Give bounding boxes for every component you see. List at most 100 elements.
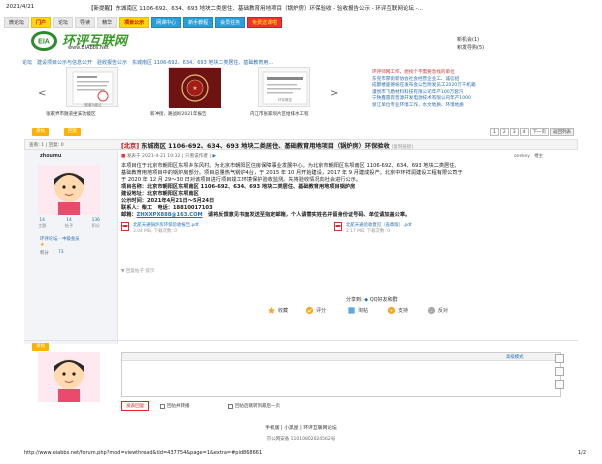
footer-links[interactable]: 手机版 | 小黑屋 | 环评互联网论坛 [0, 424, 602, 431]
share-qq-icon[interactable]: ◆ [364, 297, 368, 303]
share-label: 分享到: [346, 297, 363, 303]
breadcrumb[interactable]: 论坛 建设项目公示与信息公开 验收报告公示 东城南区 1106-692、634、… [22, 59, 273, 66]
nav-item-forum[interactable]: 论坛 [53, 17, 74, 28]
share-target[interactable]: QQ好友和群 [370, 297, 398, 303]
slider-prev-icon[interactable]: < [38, 88, 46, 99]
slider-caption-3[interactable]: 内江市张家坝片区给排水工程 [250, 111, 309, 117]
online-icon: ■ [121, 154, 126, 159]
author-rank[interactable]: 环评论坛 - 中级会员 [40, 236, 80, 242]
attachment-size: 3.04 MB, 下载次数: 0 [133, 229, 177, 234]
post-line: 基础教育用地项目中的锅炉房部分。项目总量热气锅炉4台，于 2015 年 10 月… [121, 170, 463, 176]
stat-credits[interactable]: 136 积分 [92, 218, 100, 229]
page-1[interactable]: 1 [490, 128, 499, 136]
nav-item-course[interactable]: 网课中心 [151, 17, 182, 28]
print-url: http://www.eiabbs.net/forum.php?mod=view… [24, 450, 263, 456]
filter-icon[interactable]: ▶ [212, 154, 216, 159]
post-meta: ■ 发表于 2021-4-21 10:32 | 只看该作者 | ▶ [121, 153, 216, 159]
support-button[interactable]: + 支持 [387, 306, 408, 315]
return-list-button[interactable]: 返回列表 [550, 128, 574, 136]
expand-icon[interactable] [555, 354, 564, 363]
email-link[interactable]: ZHXXPX888@163.COM [137, 212, 203, 218]
copy-link[interactable]: [复制链接] [392, 145, 413, 150]
checkbox-icon [160, 403, 165, 409]
news-item[interactable]: 宁陕鑫雷宾普源开发电源技术有限公司年产1000 [372, 96, 476, 103]
post-field: 联系人：柴工 电话：18810017103 [121, 205, 213, 211]
nav-item-tutorial[interactable]: 新手教程 [183, 17, 214, 28]
site-url: www.EIAbbs.Net [68, 45, 109, 51]
attachment-1[interactable]: 北航天通锅炉房环保验收报告.pdf 3.04 MB, 下载次数: 0 [121, 222, 199, 234]
news-list: 环评师网工作，想找个不需要急找的单位 东莞市厚街新协会社会经营企业工、诚信招 成… [372, 70, 476, 110]
next-page[interactable]: 下一页 [529, 128, 549, 136]
site-logo-icon[interactable]: EIA [30, 30, 58, 52]
slider-caption-1[interactable]: 张家界市隧道坐溪功能区 [46, 111, 96, 117]
favorite-button[interactable]: 收藏 [267, 306, 288, 315]
star-icon [267, 306, 276, 314]
submit-reply-button[interactable]: 发表回复 [121, 401, 150, 411]
news-item[interactable]: 环评师网工作，想找个不需要急找的单位 [372, 70, 476, 77]
stat-posts[interactable]: 14 帖子 [65, 218, 73, 229]
nav-item-portal[interactable]: 门户 [31, 17, 52, 28]
collect-button[interactable]: 淘帖 [347, 306, 368, 315]
reply-button[interactable]: 回复 [64, 128, 82, 136]
avatar[interactable] [38, 165, 100, 215]
print-title: 【新提醒】东城南区 1106-692、634、693 地块二类居住、基础教育用地… [88, 6, 423, 12]
print-date: 2021/4/21 [6, 4, 35, 10]
page-2[interactable]: 2 [499, 128, 509, 136]
slider-caption-2[interactable]: 新冲街、路战岭2021年报告 [150, 111, 206, 117]
floor-label: onekey 楼主 [514, 154, 544, 159]
repost-checkbox[interactable]: 回帖并转播 [160, 403, 190, 409]
thumbs-down-icon: - [427, 306, 436, 314]
post-field: 项目名称：北京市朝阳区东坝南区 1106-692、634、693 地块二类居住、… [121, 184, 356, 190]
rate-button[interactable]: 评分 [305, 306, 326, 315]
slider-thumb-1[interactable]: 隧道功能区 [66, 67, 118, 107]
author-score-label: 积分 [40, 251, 49, 256]
attachment-size: 2.17 MB, 下载次数: 0 [346, 229, 390, 234]
post-field: 建设地址：北京市朝阳区东坝南区 [121, 191, 199, 197]
share-bar: 分享到: ◆ QQ好友和群 [346, 296, 398, 303]
shrink-icon[interactable] [555, 367, 564, 376]
svg-text:★: ★ [192, 85, 197, 92]
view-reply-count: 查看: 1 | 回复: 0 [29, 143, 64, 148]
slider-thumb-2[interactable]: ★ [168, 67, 221, 108]
post-field: 公示时间：2021年4月21日～5月24日 [121, 198, 215, 204]
page-4[interactable]: 4 [519, 128, 529, 136]
attachment-2[interactable]: 北航天通验收意见（盖章版）.pdf 2.17 MB, 下载次数: 0 [334, 222, 412, 234]
fullscreen-icon[interactable] [555, 380, 564, 389]
pdf-file-icon [121, 222, 129, 231]
new-post-button-bottom[interactable]: 发帖 [32, 343, 50, 351]
rate-icon [305, 306, 314, 315]
jump-last-checkbox[interactable]: 回帖后跳转到最后一页 [228, 403, 280, 409]
svg-text:+: + [390, 308, 393, 314]
nav-item-project[interactable]: 项目公示 [119, 17, 150, 28]
slider-next-icon[interactable]: > [330, 88, 338, 99]
news-item[interactable]: 成都楼座德祝在发布会公告附发员工2020万千机箱 [372, 83, 476, 90]
menu-item-guide[interactable]: 积发导购(5) [457, 44, 484, 52]
pager: 1 2 3 4 下一页 返回列表 [490, 128, 574, 136]
nav-item-free-course[interactable]: 免费送课啦 [247, 17, 283, 28]
post-line: 于 2020 年 12 月 29～30 日对该项目进行项目竣工环境保护验收监测。… [121, 177, 362, 183]
svg-text:隧道功能区: 隧道功能区 [84, 102, 102, 107]
new-post-button[interactable]: 发帖 [32, 128, 50, 136]
post-email-line: 邮箱：ZHXXPX888@163.COM 请将反馈意见书面发送至指定邮箱，个人请… [121, 212, 411, 218]
menu-item-new[interactable]: 新机会(1) [457, 36, 484, 44]
nav-item-weiluntan[interactable]: 微论坛 [4, 17, 30, 28]
slider-thumb-3[interactable]: 环评报告 [258, 67, 310, 107]
nav-item-digest[interactable]: 精华 [97, 17, 118, 28]
nav-item-tasks[interactable]: 会员任务 [215, 17, 246, 28]
svg-text:环评报告: 环评报告 [278, 97, 292, 102]
logo-text: EIA [38, 39, 50, 46]
reply-toolbar [122, 353, 560, 361]
author-name[interactable]: zhoumu [40, 154, 61, 159]
footer-icp[interactable]: 京公网安备 11010802024562号 [0, 436, 602, 442]
news-item[interactable]: 浙江单位专业环境工作，水文地质、环境地质 [372, 103, 476, 110]
nav-item-guide[interactable]: 导读 [75, 17, 96, 28]
stat-threads[interactable]: 14 主题 [38, 218, 46, 229]
svg-text:-: - [431, 308, 433, 314]
page-3[interactable]: 3 [509, 128, 519, 136]
oppose-button[interactable]: - 反对 [427, 306, 448, 315]
main-nav: 微论坛 门户 论坛 导读 精华 项目公示 网课中心 新手教程 会员任务 免费送课… [4, 17, 283, 28]
advanced-mode-link[interactable]: 高级模式 [506, 354, 524, 360]
thread-tag: [北京] [121, 143, 140, 150]
thread-title-text: 东城南区 1106-692、634、693 地块二类居住、基础教育用地项目（锅炉… [141, 143, 390, 150]
divider [24, 340, 578, 341]
